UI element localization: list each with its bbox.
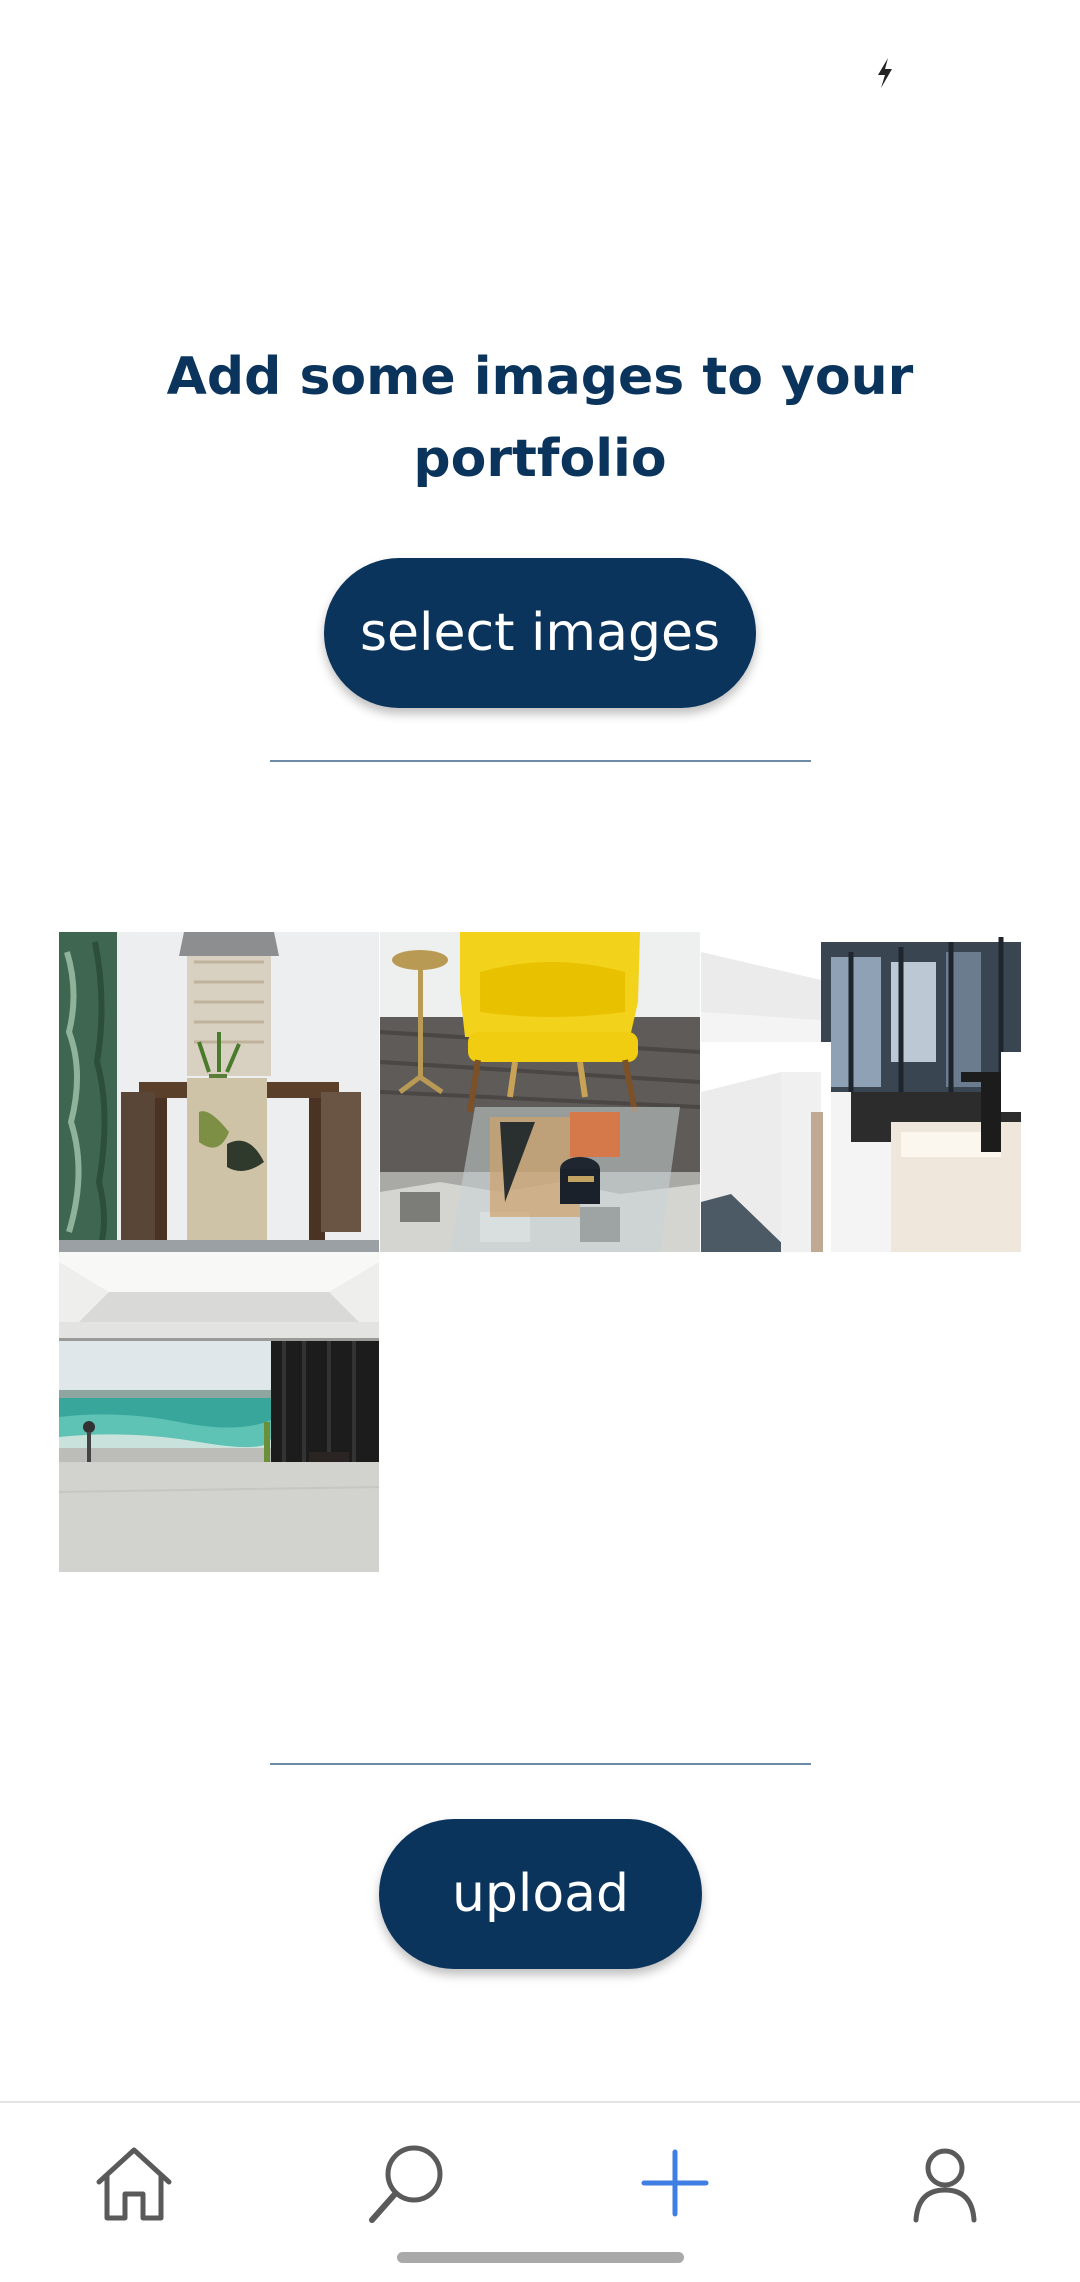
home-icon xyxy=(89,2138,179,2232)
upload-button[interactable]: upload xyxy=(379,1819,702,1969)
select-images-button[interactable]: select images xyxy=(324,558,756,708)
nav-add-button[interactable] xyxy=(615,2125,735,2245)
image-thumbnail-dining-room[interactable] xyxy=(59,932,379,1252)
divider xyxy=(270,1763,811,1765)
plus-icon xyxy=(630,2138,720,2232)
page-title-line-2: portfolio xyxy=(413,429,667,489)
image-thumbnail-white-office[interactable] xyxy=(701,932,1021,1252)
nav-profile-button[interactable] xyxy=(885,2125,1005,2245)
divider xyxy=(270,760,811,762)
image-thumbnail-sea-view[interactable] xyxy=(59,1252,379,1572)
flash-icon xyxy=(870,56,900,90)
page-title: Add some images to your portfolio xyxy=(0,336,1080,500)
home-indicator[interactable] xyxy=(397,2252,684,2263)
nav-home-button[interactable] xyxy=(74,2125,194,2245)
image-thumbnail-yellow-chair[interactable] xyxy=(380,932,700,1252)
nav-search-button[interactable] xyxy=(347,2125,467,2245)
search-icon xyxy=(362,2138,452,2232)
image-grid xyxy=(59,932,1021,1572)
user-icon xyxy=(900,2138,990,2232)
page-title-line-1: Add some images to your xyxy=(166,347,914,407)
